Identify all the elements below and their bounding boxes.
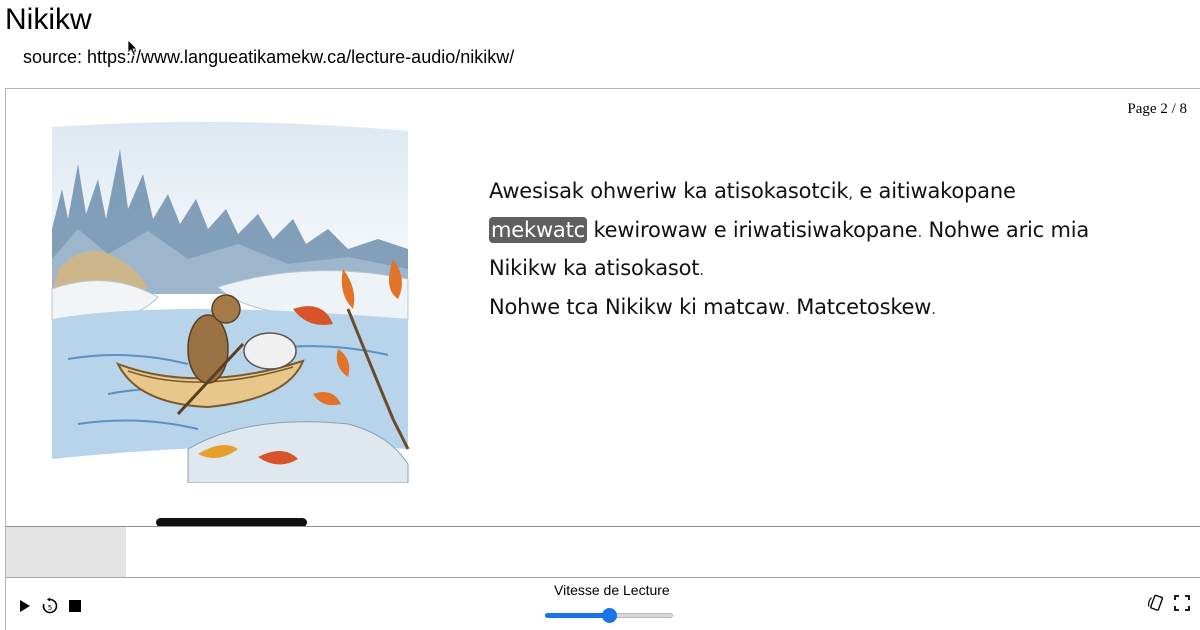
story-illustration	[48, 119, 412, 483]
source-link[interactable]: source: https://www.langueatikamekw.ca/l…	[23, 46, 514, 68]
story-line-3: Nikikw ka atisokasot.	[489, 256, 704, 280]
divider	[6, 577, 1200, 578]
story-text: Awesisak ohweriw ka atisokasotcik, e ait…	[489, 173, 1149, 327]
reading-progress-bar[interactable]	[6, 527, 1200, 577]
rotate-device-icon	[1148, 594, 1163, 611]
fullscreen-icon	[1174, 595, 1190, 611]
rotate-button[interactable]	[1147, 594, 1165, 612]
highlighted-word[interactable]: mekwatc	[489, 216, 587, 243]
view-controls	[1147, 594, 1191, 612]
slider-fill	[545, 613, 609, 618]
replay-5-button[interactable]: 5	[41, 597, 59, 615]
speed-slider[interactable]	[545, 606, 673, 626]
fullscreen-button[interactable]	[1173, 594, 1191, 612]
stop-button[interactable]	[66, 597, 84, 615]
page-counter: Page 2 / 8	[1127, 101, 1187, 117]
story-line-1: Awesisak ohweriw ka atisokasotcik, e ait…	[489, 179, 1016, 203]
stop-icon	[69, 600, 81, 612]
mouse-cursor-icon	[127, 39, 138, 57]
slider-thumb[interactable]	[602, 608, 617, 623]
speed-label: Vitesse de Lecture	[554, 582, 670, 598]
play-button[interactable]	[16, 597, 34, 615]
reading-progress-fill	[6, 527, 126, 577]
replay-5-icon: 5	[42, 597, 58, 614]
story-line-4: Nohwe tca Nikikw ki matcaw. Matcetoskew.	[489, 294, 936, 319]
reader-panel: Page 2 / 8 Awesisak ohweriw ka atisokaso…	[5, 88, 1200, 630]
story-line-2: mekwatc kewirowaw e iriwatisiwakopane. N…	[489, 216, 1090, 243]
page-title: Nikikw	[5, 3, 92, 36]
play-icon	[20, 600, 30, 612]
svg-text:5: 5	[48, 604, 52, 612]
playback-controls: 5	[16, 597, 84, 615]
